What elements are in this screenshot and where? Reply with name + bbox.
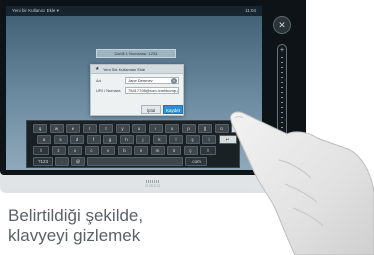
status-bar: Yeni bir Kullanıcı Ekle ▾ 11:04 (6, 6, 262, 16)
save-button[interactable]: Kaydet (163, 105, 183, 114)
dot-key[interactable]: . (55, 157, 69, 166)
instruction-caption: Belirtildiği şekilde, klavyeyi gizlemek (8, 206, 238, 246)
key-7-r3[interactable]: ö (167, 146, 181, 155)
key-8-r3[interactable]: ç (183, 146, 198, 155)
touch-screen: Yeni bir Kullanıcı Ekle ▾ 11:04 Dahili 1… (6, 6, 262, 170)
key-3-r3[interactable]: v (101, 146, 115, 155)
clear-icon[interactable]: × (171, 77, 177, 84)
caption-line-2: klavyeyi gizlemek (8, 226, 141, 245)
key-1-r2[interactable]: s (53, 135, 68, 144)
uri-field[interactable]: 75417798@rom.icmhkomp.com (125, 87, 179, 94)
key-3-r1[interactable]: r (82, 124, 97, 133)
cisco-logo-text: CISCO (145, 183, 161, 188)
uri-label: URI / Numara (96, 88, 121, 93)
dialog-title-text: Yeni Sık Kullanılan Ekle (103, 67, 146, 72)
key-8-r1[interactable]: o (165, 124, 179, 133)
key-4-r2[interactable]: g (103, 135, 117, 144)
key-10-r1[interactable]: ğ (198, 124, 212, 133)
key-5-r3[interactable]: n (134, 146, 148, 155)
key-1-r1[interactable]: w (49, 124, 64, 133)
key-3-r2[interactable]: f (86, 135, 101, 144)
pointing-hand-image (230, 111, 374, 255)
key-9-r2[interactable]: ş (185, 135, 200, 144)
at-key[interactable]: @ (71, 157, 85, 166)
key-4-r1[interactable]: t (99, 124, 113, 133)
status-bar-clock: 11:04 (245, 8, 256, 13)
key-6-r3[interactable]: m (150, 146, 165, 155)
shift-key-right[interactable]: ⇧ (200, 146, 216, 155)
screenshot-root: Yeni bir Kullanıcı Ekle ▾ 11:04 Dahili 1… (0, 0, 374, 255)
key-5-r2[interactable]: h (119, 135, 134, 144)
numbers-key[interactable]: ?123 (33, 157, 53, 166)
key-9-r1[interactable]: p (181, 124, 196, 133)
on-screen-keyboard: qwertyuıopğü⌫⌨asdfghjklşi↵⇧zxcvbnmöç⇧?12… (26, 120, 261, 168)
key-1-r3[interactable]: x (68, 146, 82, 155)
cancel-button[interactable]: İptal (141, 105, 161, 114)
volume-plus-icon[interactable]: + (278, 47, 286, 54)
cisco-logo: CISCO (142, 180, 164, 188)
star-icon: ★ (95, 66, 100, 72)
caption-line-1: Belirtildiği şekilde, (8, 206, 144, 225)
key-6-r2[interactable]: j (136, 135, 150, 144)
add-favorite-dialog: ★ Yeni Sık Kullanılan Ekle Ad Jane Demne… (90, 64, 184, 116)
key-4-r3[interactable]: b (117, 146, 132, 155)
key-6-r1[interactable]: u (132, 124, 146, 133)
key-2-r1[interactable]: e (66, 124, 80, 133)
dotcom-key[interactable]: .com (185, 157, 207, 166)
call-info-box: Dahili 1 Numarası: 1234 (96, 49, 176, 58)
mic-mute-icon[interactable]: ✕ (273, 16, 291, 34)
key-2-r3[interactable]: c (84, 146, 99, 155)
key-0-r2[interactable]: a (37, 135, 51, 144)
key-2-r2[interactable]: d (70, 135, 84, 144)
key-0-r3[interactable]: z (51, 146, 66, 155)
key-10-r2[interactable]: i (202, 135, 216, 144)
key-5-r1[interactable]: y (115, 124, 130, 133)
key-7-r2[interactable]: k (152, 135, 167, 144)
space-key[interactable] (87, 157, 183, 166)
key-7-r1[interactable]: ı (148, 124, 163, 133)
status-bar-title[interactable]: Yeni bir Kullanıcı Ekle ▾ (12, 6, 59, 16)
shift-key[interactable]: ⇧ (33, 146, 49, 155)
key-0-r1[interactable]: q (33, 124, 47, 133)
name-label: Ad (96, 78, 101, 83)
dialog-title: ★ Yeni Sık Kullanılan Ekle (91, 65, 183, 74)
key-8-r2[interactable]: l (169, 135, 183, 144)
